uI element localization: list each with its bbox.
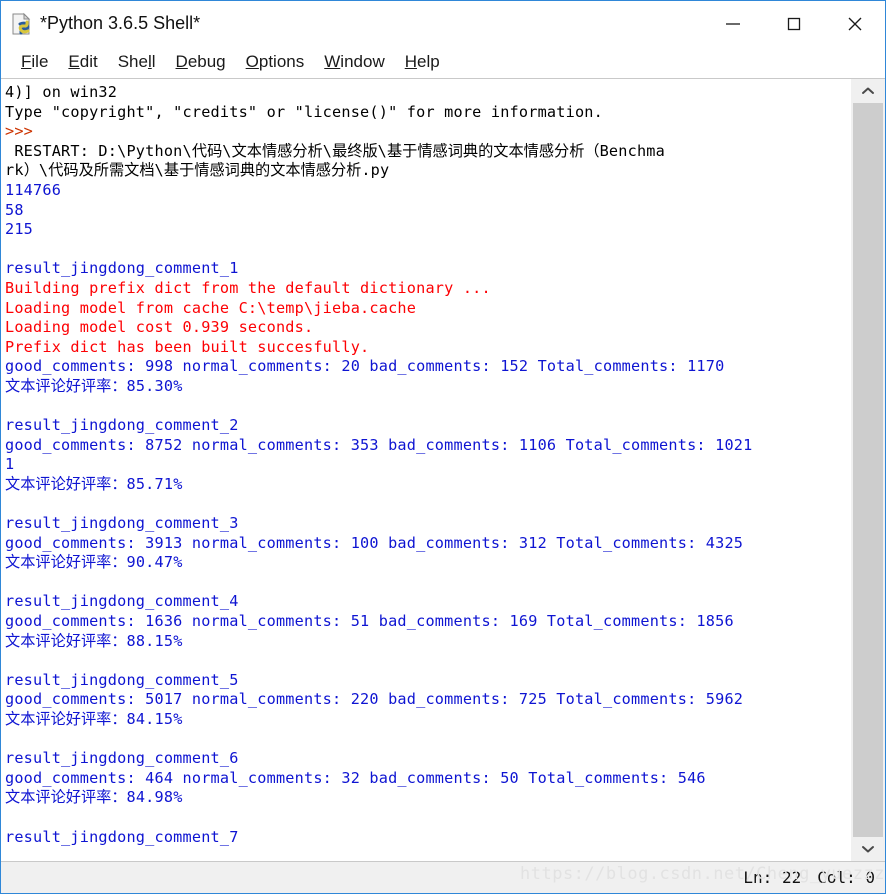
console-line: result_jingdong_comment_3 [5,514,239,533]
console-line: 215 [5,220,34,239]
console-line: Type "copyright", "credits" or "license(… [5,102,603,121]
console-line: 文本评论好评率：88.15% [5,631,183,650]
menu-item-options[interactable]: Options [236,52,315,72]
console-line: result_jingdong_comment_2 [5,416,239,435]
console-line: 文本评论好评率：90.47% [5,553,183,572]
console-line: result_jingdong_comment_1 [5,259,239,278]
console-line: result_jingdong_comment_6 [5,749,239,768]
console-line: 文本评论好评率：84.98% [5,788,183,807]
menu-item-shell[interactable]: Shell [108,52,166,72]
status-bar: https://blog.csdn.net/Cheng_yuezzz Ln: 2… [1,861,885,893]
console-line: >>> [5,122,43,141]
vertical-scrollbar[interactable] [850,79,885,861]
console-line: Building prefix dict from the default di… [5,278,491,297]
console-line: 58 [5,200,24,219]
console-line: 文本评论好评率：85.71% [5,474,183,493]
menu-item-debug[interactable]: Debug [166,52,236,72]
console-line: Loading model cost 0.939 seconds. [5,318,314,337]
console-line: good_comments: 464 normal_comments: 32 b… [5,768,706,787]
console-line: result_jingdong_comment_7 [5,827,239,846]
console-line: rk）\代码及所需文档\基于情感词典的文本情感分析.py [5,161,390,180]
console-line: 4)] on win32 [5,83,118,101]
console-output[interactable]: 4)] on win32 Type "copyright", "credits" … [1,79,850,861]
console-line: good_comments: 3913 normal_comments: 100… [5,533,744,552]
console-line: good_comments: 998 normal_comments: 20 b… [5,357,725,376]
console-line: good_comments: 1636 normal_comments: 51 … [5,612,734,631]
close-button[interactable] [824,1,885,46]
maximize-button[interactable] [763,1,824,46]
chevron-up-icon[interactable] [851,79,885,103]
console-line: 114766 [5,180,62,199]
console-line: good_comments: 8752 normal_comments: 353… [5,435,753,454]
console-area: 4)] on win32 Type "copyright", "credits" … [1,79,885,861]
minimize-button[interactable] [702,1,763,46]
console-line: 1 [5,455,15,474]
menu-item-file[interactable]: File [11,52,58,72]
chevron-down-icon[interactable] [851,837,885,861]
python-shell-window: *Python 3.6.5 Shell* File Edit Shell Deb… [0,0,886,894]
console-line: Prefix dict has been built succesfully. [5,337,370,356]
status-column-number: Col: 0 [817,868,875,887]
console-line: RESTART: D:\Python\代码\文本情感分析\最终版\基于情感词典的… [5,141,665,160]
menu-item-window[interactable]: Window [314,52,394,72]
menu-bar: File Edit Shell Debug Options Window Hel… [1,46,885,79]
menu-item-edit[interactable]: Edit [58,52,107,72]
scrollbar-thumb[interactable] [853,103,883,837]
console-line: 文本评论好评率：84.15% [5,710,183,728]
python-file-icon [10,12,34,36]
console-line: 文本评论好评率：85.30% [5,376,183,395]
window-title: *Python 3.6.5 Shell* [40,13,201,33]
console-line: result_jingdong_comment_4 [5,592,239,611]
status-line-number: Ln: 22 [743,868,802,887]
console-line: good_comments: 5017 normal_comments: 220… [5,690,744,709]
menu-item-help[interactable]: Help [395,52,450,72]
scrollbar-track[interactable] [851,103,885,837]
console-line: Loading model from cache C:\temp\jieba.c… [5,298,417,317]
window-controls [702,1,885,46]
console-line: result_jingdong_comment_5 [5,670,239,689]
title-bar: *Python 3.6.5 Shell* [1,1,885,46]
